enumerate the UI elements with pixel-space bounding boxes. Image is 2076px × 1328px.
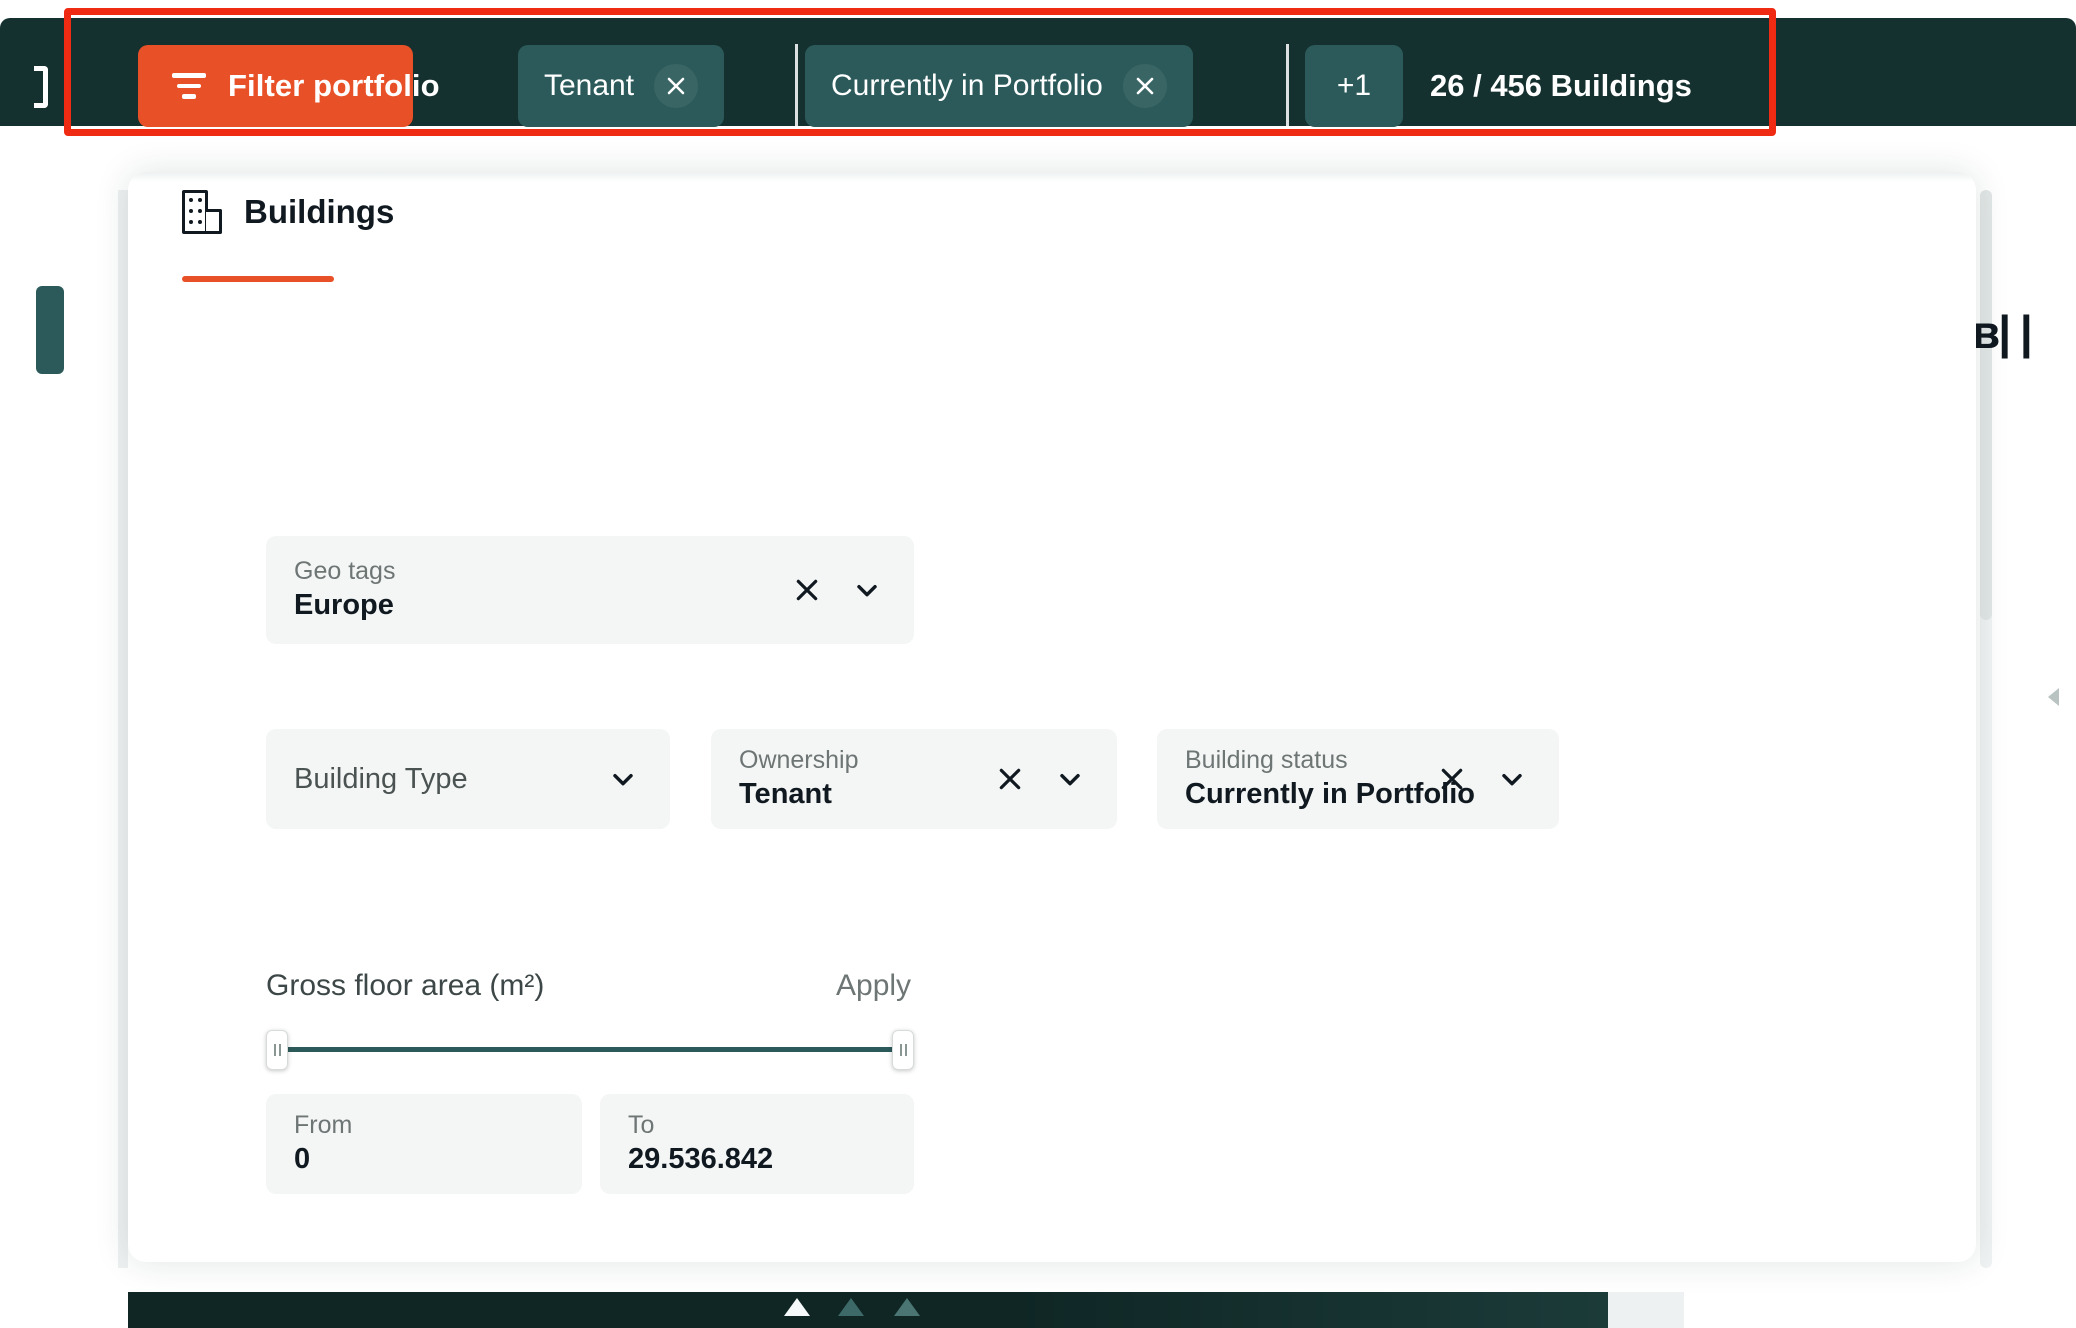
gross-floor-area-label: Gross floor area (m²)	[266, 969, 545, 1002]
gfa-from-value: 0	[294, 1143, 311, 1176]
slider-handle-max[interactable]	[892, 1030, 914, 1070]
geo-tags-field[interactable]: Geo tags Europe	[266, 536, 914, 644]
partial-right-glyph-icon: ʙ| |	[1972, 306, 2033, 358]
filter-chip-label: Tenant	[544, 69, 635, 102]
filter-panel-card: Buildings Geo tags Europe Building Type …	[128, 172, 1976, 1262]
building-type-placeholder: Building Type	[294, 762, 468, 795]
filter-icon	[172, 73, 206, 100]
triangle-icon	[838, 1298, 864, 1316]
filter-chip-label: Currently in Portfolio	[831, 69, 1103, 102]
chevron-down-icon[interactable]	[606, 762, 640, 796]
ownership-value: Tenant	[739, 778, 832, 811]
geo-tags-label: Geo tags	[294, 557, 396, 586]
gfa-to-field[interactable]: To 29.536.842	[600, 1094, 914, 1194]
gfa-to-value: 29.536.842	[628, 1143, 774, 1176]
tab-buildings-label: Buildings	[244, 193, 395, 230]
card-top-shadow	[128, 172, 1976, 182]
close-icon[interactable]	[1122, 64, 1167, 108]
filter-portfolio-button[interactable]: Filter portfolio	[138, 45, 440, 127]
screen-root: Filter portfolio Tenant Currently in Por…	[0, 0, 2076, 1328]
filter-chip-building-status[interactable]: Currently in Portfolio	[805, 45, 1193, 127]
building-type-field[interactable]: Building Type	[266, 729, 670, 829]
more-filters-label: +1	[1336, 69, 1372, 102]
close-icon[interactable]	[654, 64, 699, 108]
slider-track	[276, 1047, 904, 1052]
slider-handle-min[interactable]	[266, 1030, 288, 1070]
more-filters-chip[interactable]: +1	[1305, 45, 1403, 127]
geo-tags-value: Europe	[294, 589, 394, 622]
gfa-to-label: To	[628, 1111, 655, 1140]
filter-divider	[795, 44, 798, 128]
ownership-field[interactable]: Ownership Tenant	[711, 729, 1117, 829]
side-panel-handle[interactable]	[36, 286, 64, 374]
gfa-from-field[interactable]: From 0	[266, 1094, 582, 1194]
bottom-nav-tail	[1608, 1292, 1684, 1328]
filter-chip-tenant[interactable]: Tenant	[518, 45, 725, 127]
building-status-value: Currently in Portfolio	[1185, 778, 1475, 811]
gross-floor-area-slider[interactable]	[266, 1030, 914, 1070]
chevron-down-icon[interactable]	[1495, 762, 1529, 796]
building-status-field[interactable]: Building status Currently in Portfolio	[1157, 729, 1559, 829]
ownership-label: Ownership	[739, 746, 859, 775]
chevron-down-icon[interactable]	[850, 573, 884, 607]
tab-buildings[interactable]: Buildings	[182, 190, 394, 234]
gfa-from-label: From	[294, 1111, 353, 1140]
left-rail	[118, 190, 128, 1268]
chevron-down-icon[interactable]	[1053, 762, 1087, 796]
scrollbar-thumb[interactable]	[1980, 190, 1992, 620]
building-status-label: Building status	[1185, 746, 1348, 775]
clear-icon[interactable]	[1435, 762, 1469, 796]
triangle-icon	[894, 1298, 920, 1316]
tab-active-underline	[182, 276, 334, 282]
buildings-count-label: 26 / 456 Buildings	[1430, 68, 1692, 103]
filter-divider	[1286, 44, 1289, 128]
clear-icon[interactable]	[790, 573, 824, 607]
buildings-icon	[182, 190, 222, 234]
triangle-icon	[784, 1298, 810, 1316]
filter-bar: Filter portfolio Tenant Currently in Por…	[0, 18, 2076, 128]
clear-icon[interactable]	[993, 762, 1027, 796]
collapse-caret-icon[interactable]	[2048, 688, 2059, 706]
bottom-nav-bar	[128, 1292, 1608, 1328]
apply-button[interactable]: Apply	[836, 969, 911, 1003]
filter-portfolio-label: Filter portfolio	[228, 68, 440, 103]
